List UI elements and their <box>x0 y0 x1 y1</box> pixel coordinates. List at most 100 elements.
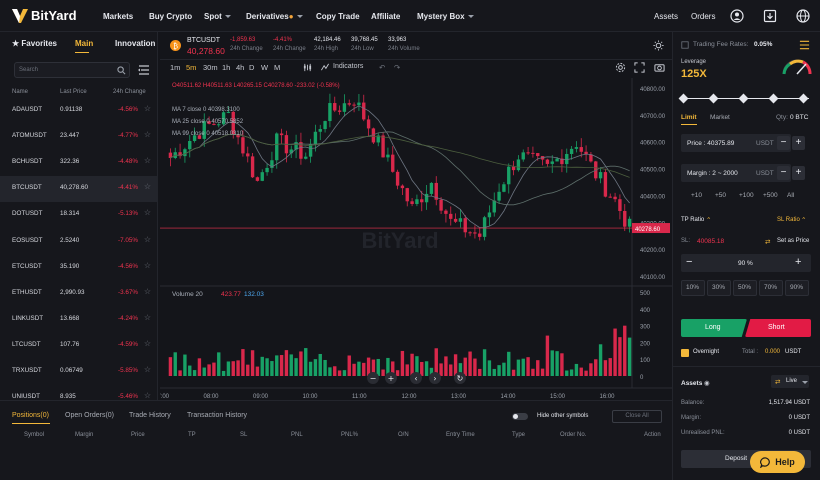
user-icon[interactable] <box>730 9 744 23</box>
nav-buy-crypto[interactable]: Buy Crypto <box>149 12 192 21</box>
tp-ratio-label[interactable]: TP Ratio <box>681 217 704 223</box>
star-icon[interactable]: ☆ <box>144 313 151 322</box>
quick-margin-button[interactable]: All <box>787 192 794 199</box>
leverage-value[interactable]: 125X <box>681 68 707 80</box>
star-icon[interactable]: ☆ <box>144 235 151 244</box>
redo-icon[interactable]: ↷ <box>394 63 400 72</box>
column-header[interactable]: Entry Time <box>446 432 475 438</box>
tab-favorites[interactable]: ★ Favorites <box>12 39 57 48</box>
tab-trade-history[interactable]: Trade History <box>129 412 171 419</box>
tab-innovation[interactable]: Innovation <box>115 39 155 48</box>
search-input[interactable]: Search <box>14 62 130 78</box>
percent-plus-button[interactable]: + <box>795 256 801 268</box>
quick-margin-button[interactable]: +100 <box>739 192 754 199</box>
interval-1m[interactable]: 1m <box>170 63 180 72</box>
market-row[interactable]: EOSUSDT 2.5240 -7.05% ☆ <box>0 229 158 255</box>
tp-chevron-icon[interactable]: ⌃ <box>706 216 711 224</box>
price-chart[interactable]: BitYard 40800.00 40700.00 40600.00 40500.00 4… <box>154 78 672 400</box>
percent-minus-button[interactable]: − <box>686 256 692 268</box>
leverage-slider-mark[interactable] <box>678 93 689 104</box>
set-as-price-button[interactable]: Set as Price <box>777 238 809 244</box>
chart-canvas[interactable]: BitYard 40800.00 40700.00 40600.00 40500.00 4… <box>154 78 672 400</box>
volume-legend[interactable]: Volume 20 <box>172 291 203 298</box>
star-icon[interactable]: ☆ <box>144 130 151 139</box>
tab-positions[interactable]: Positions(0) <box>12 412 49 419</box>
filter-icon[interactable] <box>138 65 150 75</box>
globe-icon[interactable] <box>796 9 810 23</box>
tab-open-orders[interactable]: Open Orders(0) <box>65 412 114 419</box>
star-icon[interactable]: ☆ <box>144 104 151 113</box>
col-last-price[interactable]: Last Price <box>60 89 87 95</box>
star-icon[interactable]: ☆ <box>144 156 151 165</box>
interval-30m[interactable]: 30m <box>203 63 218 72</box>
margin-plus-button[interactable]: + <box>792 166 805 180</box>
sl-ratio-label[interactable]: SL Ratio <box>777 217 800 223</box>
star-icon[interactable]: ☆ <box>144 391 151 400</box>
column-header[interactable]: O/N <box>398 432 409 438</box>
nav-markets[interactable]: Markets <box>103 12 133 21</box>
market-row[interactable]: DOTUSDT 18.314 -5.13% ☆ <box>0 202 158 228</box>
column-header[interactable]: Type <box>512 432 525 438</box>
candle-type-icon[interactable] <box>303 63 312 72</box>
set-price-icon[interactable]: ⇄ <box>765 238 770 246</box>
tab-transaction-history[interactable]: Transaction History <box>187 412 247 419</box>
interval-4h[interactable]: 4h <box>236 63 244 72</box>
star-icon[interactable]: ☆ <box>144 339 151 348</box>
nav-derivatives[interactable]: Derivatives● <box>246 12 303 21</box>
col-24h-change[interactable]: 24h Change <box>113 89 146 95</box>
column-header[interactable]: Margin <box>75 432 93 438</box>
market-row[interactable]: ETCUSDT 35.190 -4.56% ☆ <box>0 255 158 281</box>
interval-5m[interactable]: 5m <box>186 63 196 72</box>
hide-symbols-toggle[interactable] <box>512 413 528 420</box>
column-header[interactable]: Price <box>131 432 145 438</box>
quick-margin-button[interactable]: +50 <box>715 192 726 199</box>
nav-mystery-box[interactable]: Mystery Box <box>417 12 474 21</box>
market-row[interactable]: ADAUSDT 0.91138 -4.56% ☆ <box>0 98 158 124</box>
quick-margin-button[interactable]: +500 <box>763 192 778 199</box>
close-all-button[interactable]: Close All <box>612 410 662 423</box>
download-icon[interactable] <box>763 9 777 23</box>
tab-limit[interactable]: Limit <box>681 114 697 121</box>
column-header[interactable]: TP <box>188 432 196 438</box>
col-name[interactable]: Name <box>12 89 28 95</box>
eye-icon[interactable]: ◉ <box>704 379 710 387</box>
quick-margin-button[interactable]: +10 <box>691 192 702 199</box>
column-header[interactable]: Action <box>644 432 661 438</box>
market-row[interactable]: BTCUSDT 40,278.60 -4.41% ☆ <box>0 176 158 203</box>
star-icon[interactable]: ☆ <box>144 182 151 191</box>
sl-chevron-icon[interactable]: ⌃ <box>801 216 806 224</box>
search-icon[interactable] <box>117 66 126 75</box>
market-row[interactable]: BCHUSDT 322.36 -4.48% ☆ <box>0 150 158 176</box>
leverage-slider-mark[interactable] <box>798 93 809 104</box>
undo-icon[interactable]: ↶ <box>379 63 385 72</box>
ma25-legend[interactable]: MA 25 close 0 40570.5852 <box>172 119 244 125</box>
nav-affiliate[interactable]: Affiliate <box>371 12 400 21</box>
interval-D[interactable]: D <box>249 63 254 72</box>
interval-W[interactable]: W <box>261 63 268 72</box>
settings-icon[interactable] <box>615 62 626 73</box>
leverage-slider-mark[interactable] <box>768 93 779 104</box>
market-row[interactable]: ETHUSDT 2,990.93 -3.67% ☆ <box>0 281 158 307</box>
percent-value[interactable]: 90 % <box>738 260 753 267</box>
price-plus-button[interactable]: + <box>792 136 805 150</box>
tab-main[interactable]: Main <box>75 39 93 48</box>
fullscreen-icon[interactable] <box>634 62 645 73</box>
ma99-legend[interactable]: MA 99 close 0 40518.0310 <box>172 131 244 137</box>
interval-M[interactable]: M <box>274 63 280 72</box>
tab-market[interactable]: Market <box>710 114 730 121</box>
column-header[interactable]: PNL% <box>341 432 358 438</box>
help-button[interactable]: Help <box>750 451 805 473</box>
ma7-legend[interactable]: MA 7 close 0 40398.3100 <box>172 107 240 113</box>
star-icon[interactable]: ☆ <box>144 287 151 296</box>
nav-copy-trade[interactable]: Copy Trade <box>316 12 360 21</box>
overnight-checkbox[interactable] <box>681 349 689 357</box>
star-icon[interactable]: ☆ <box>144 208 151 217</box>
indicators-icon[interactable] <box>320 63 330 72</box>
column-header[interactable]: PNL <box>291 432 303 438</box>
star-icon[interactable]: ☆ <box>144 261 151 270</box>
interval-1h[interactable]: 1h <box>222 63 230 72</box>
ticker-symbol[interactable]: BTCUSDT <box>187 37 220 44</box>
margin-minus-button[interactable]: − <box>777 166 790 180</box>
nav-spot[interactable]: Spot <box>204 12 231 21</box>
market-row[interactable]: TRXUSDT 0.06749 -5.85% ☆ <box>0 359 158 385</box>
